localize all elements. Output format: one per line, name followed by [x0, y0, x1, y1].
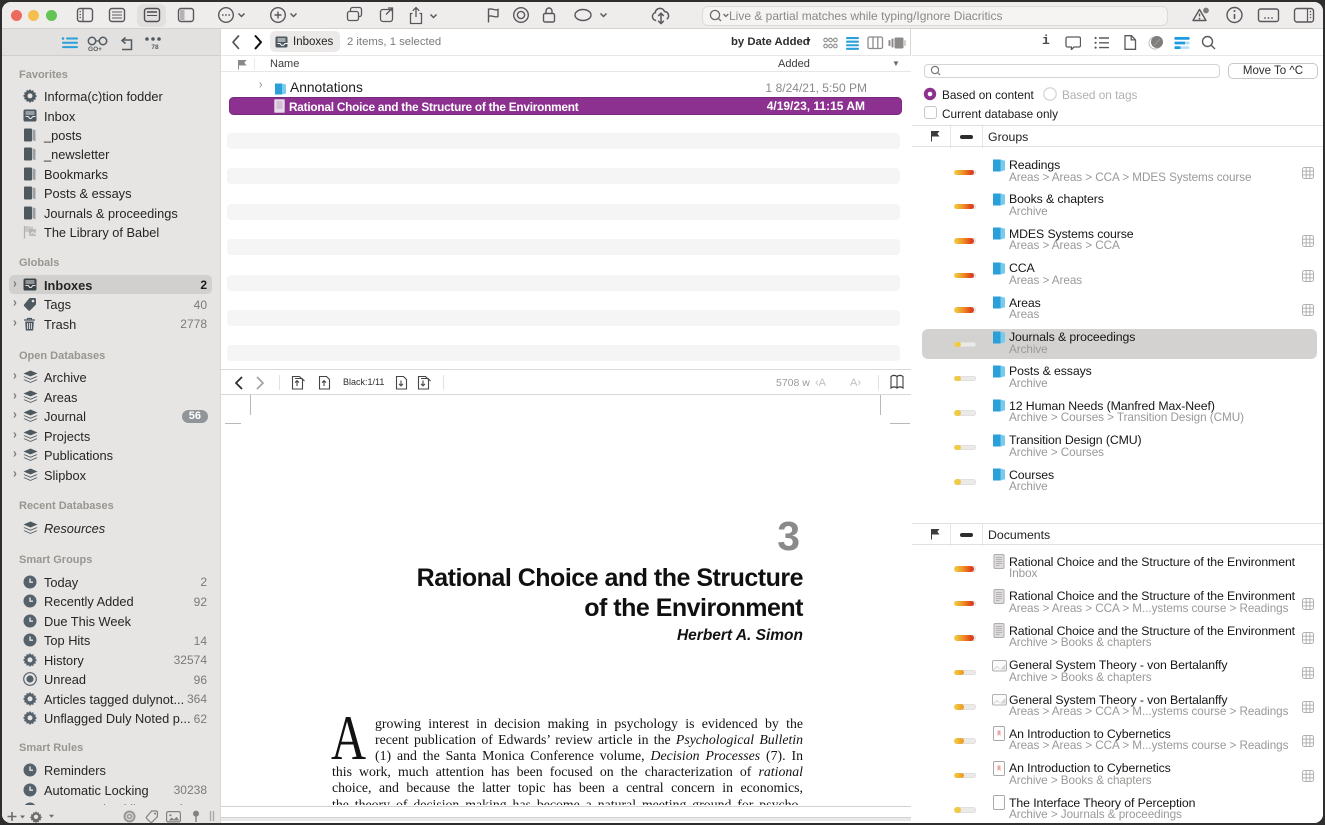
svg-text:78: 78: [151, 44, 159, 51]
svg-text:GO+: GO+: [88, 46, 102, 52]
